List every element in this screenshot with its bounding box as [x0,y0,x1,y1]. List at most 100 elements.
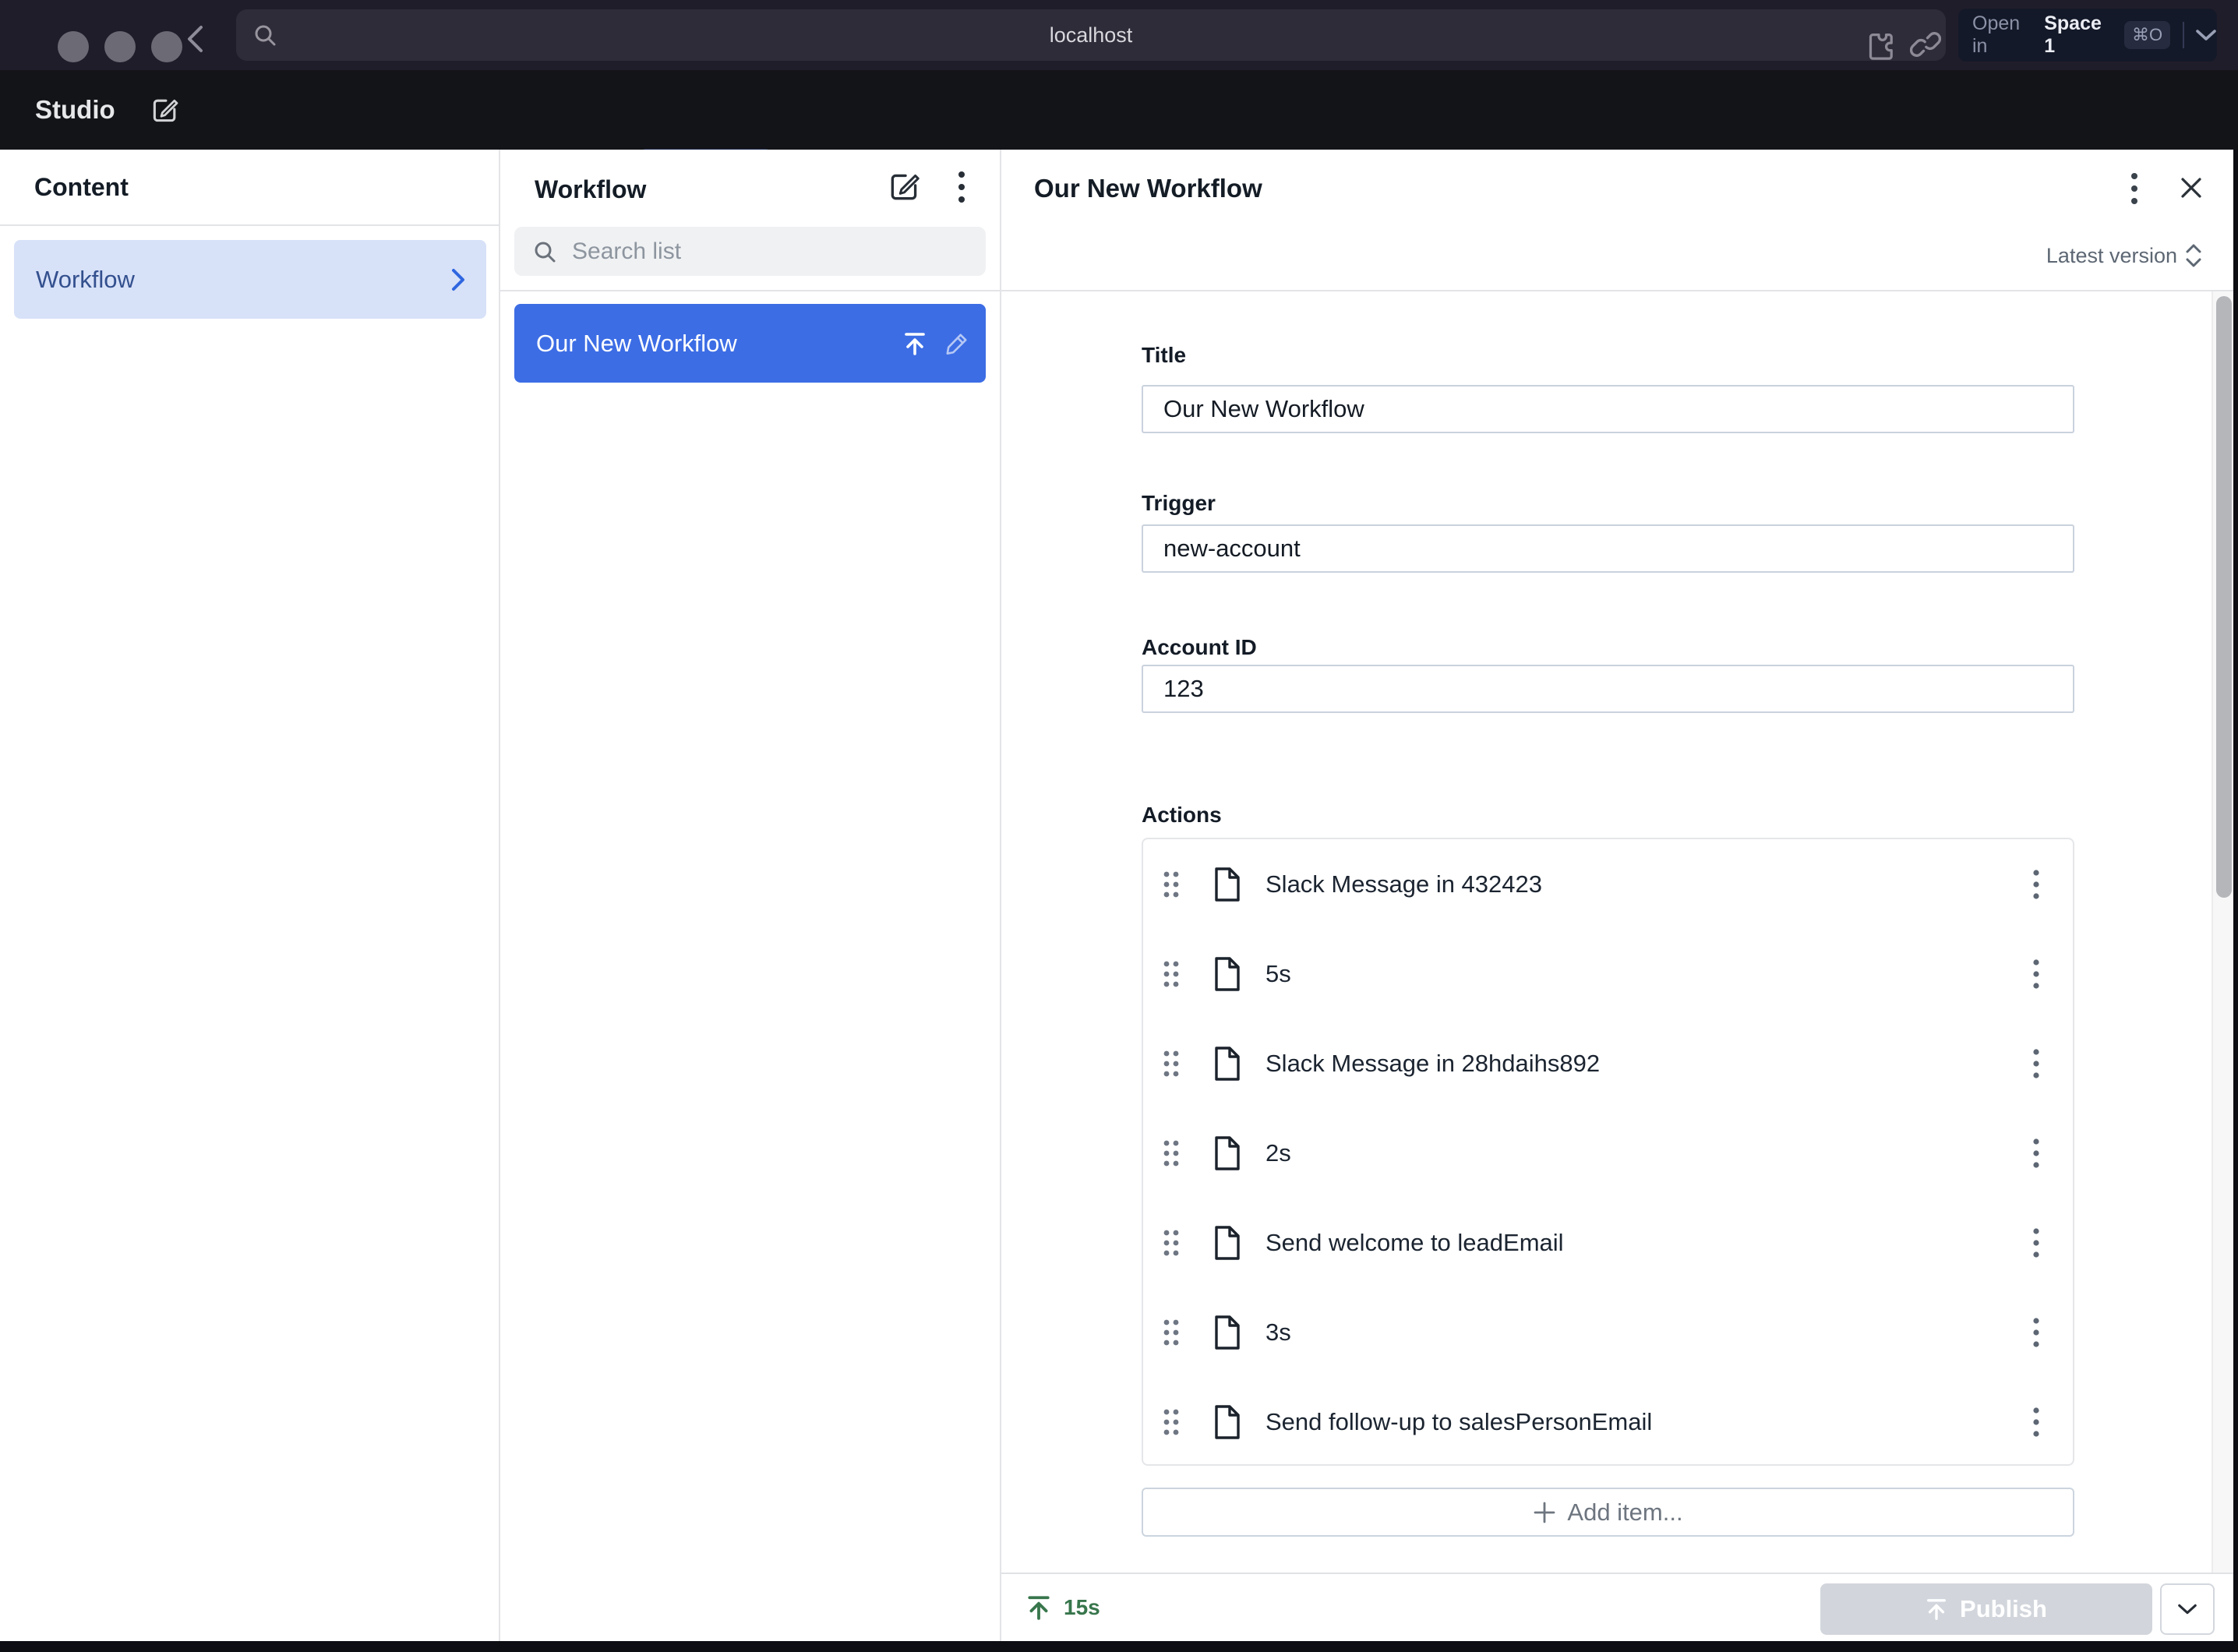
action-menu-button[interactable] [2023,1399,2049,1446]
address-bar[interactable]: localhost [236,9,1946,61]
action-label: 2s [1265,1139,1291,1167]
list-search-input[interactable] [572,238,986,265]
search-icon [253,23,277,47]
drag-handle-icon[interactable] [1163,1050,1180,1078]
sidebar-item-label: Workflow [36,266,450,294]
content-pane-header: Content [0,150,499,226]
actions-list: Slack Message in 432423 5s Slack Message… [1142,838,2074,1466]
app-window: localhost Open in Space 1 ⌘O Studio [0,0,2238,1652]
add-item-button[interactable]: Add item... [1142,1488,2074,1537]
link-icon[interactable] [1910,29,1941,60]
publish-menu-button[interactable] [2160,1583,2215,1635]
open-in-space-button[interactable]: Open in Space 1 ⌘O [1958,9,2217,62]
action-row[interactable]: Slack Message in 28hdaihs892 [1143,1018,2073,1108]
list-menu-button[interactable] [951,168,973,206]
close-icon [2178,175,2206,201]
studio-toolbar: Studio Cmd K Desk Vision ? [0,70,2238,150]
document-icon [1211,1403,1242,1441]
publish-label: Publish [1960,1595,2047,1623]
version-selector[interactable]: Latest version [2046,238,2202,273]
create-document-button[interactable] [887,168,924,206]
action-row[interactable]: Send welcome to leadEmail [1143,1198,2073,1287]
document-icon [1211,1045,1242,1082]
drag-handle-icon[interactable] [1163,1408,1180,1436]
action-menu-button[interactable] [2023,951,2049,997]
open-in-prefix: Open in [1972,12,2036,58]
open-in-shortcut: ⌘O [2124,21,2170,49]
publish-button[interactable]: Publish [1820,1583,2152,1635]
sort-icon [2185,242,2202,269]
action-label: Send welcome to leadEmail [1265,1229,1564,1257]
browser-back-button[interactable] [178,22,212,56]
content-pane-title: Content [34,173,129,202]
title-field[interactable] [1142,385,2074,433]
field-label-title: Title [1142,343,1186,368]
list-item-our-new-workflow[interactable]: Our New Workflow [514,304,986,383]
document-icon [1211,866,1242,903]
action-label: 5s [1265,960,1291,988]
action-row[interactable]: Send follow-up to salesPersonEmail [1143,1377,2073,1467]
list-pane-header: Workflow [500,150,1000,291]
drag-handle-icon[interactable] [1163,1229,1180,1257]
window-edge-right [2233,150,2238,1652]
open-in-space-name: Space 1 [2044,12,2113,58]
field-label-account-id: Account ID [1142,635,1257,660]
trigger-field[interactable] [1142,524,2074,573]
action-row[interactable]: Slack Message in 432423 [1143,839,2073,929]
action-row[interactable]: 3s [1143,1287,2073,1377]
pencil-icon [945,332,969,355]
ellipsis-icon [2130,172,2138,205]
document-title: Our New Workflow [1034,168,1262,209]
action-row[interactable]: 2s [1143,1108,2073,1198]
app-title: Studio [35,70,115,150]
sidebar-item-workflow[interactable]: Workflow [14,240,486,319]
scrollbar-track[interactable] [2212,291,2233,1573]
document-icon [1211,1224,1242,1262]
review-changes-button[interactable]: 15s [1026,1574,1100,1641]
close-pane-button[interactable] [2178,175,2206,203]
browser-chrome: localhost Open in Space 1 ⌘O [0,0,2238,70]
puzzle-icon[interactable] [1862,29,1895,62]
search-icon [533,240,556,263]
chevron-down-icon [2177,1602,2197,1616]
account-id-field[interactable] [1142,665,2074,713]
document-editor-pane: Our New Workflow Latest version Title [1001,150,2238,1641]
document-menu-button[interactable] [2123,170,2145,207]
plus-icon [1533,1501,1556,1524]
action-label: Slack Message in 28hdaihs892 [1265,1050,1600,1078]
document-icon [1211,1314,1242,1351]
drag-handle-icon[interactable] [1163,870,1180,898]
new-document-button[interactable] [150,94,181,125]
scrollbar-thumb[interactable] [2216,296,2232,898]
action-row[interactable]: 5s [1143,929,2073,1018]
version-label: Latest version [2046,244,2177,268]
action-menu-button[interactable] [2023,1309,2049,1356]
chevron-down-icon[interactable] [2195,28,2217,42]
compose-icon [150,94,181,125]
window-minimize-button[interactable] [104,31,136,62]
list-pane-title: Workflow [535,175,646,204]
drag-handle-icon[interactable] [1163,960,1180,988]
action-menu-button[interactable] [2023,1220,2049,1266]
compose-icon [887,168,924,204]
content-pane: Content Workflow [0,150,500,1641]
document-icon [1211,955,1242,993]
field-label-trigger: Trigger [1142,491,1216,516]
ellipsis-icon [958,171,965,203]
drag-handle-icon[interactable] [1163,1318,1180,1347]
action-menu-button[interactable] [2023,861,2049,908]
divider [2183,22,2184,48]
document-list-pane: Workflow Our New Workflow [500,150,1001,1641]
chevron-right-icon [450,267,466,292]
action-menu-button[interactable] [2023,1040,2049,1087]
publish-icon [1026,1594,1051,1621]
drag-handle-icon[interactable] [1163,1139,1180,1167]
action-label: Send follow-up to salesPersonEmail [1265,1408,1652,1436]
url-text: localhost [236,23,1946,48]
publish-icon [1926,1597,1947,1621]
field-label-actions: Actions [1142,803,1222,828]
window-close-button[interactable] [58,31,89,62]
action-menu-button[interactable] [2023,1130,2049,1177]
editor-header: Our New Workflow Latest version [1001,150,2238,291]
list-search[interactable] [514,227,986,276]
